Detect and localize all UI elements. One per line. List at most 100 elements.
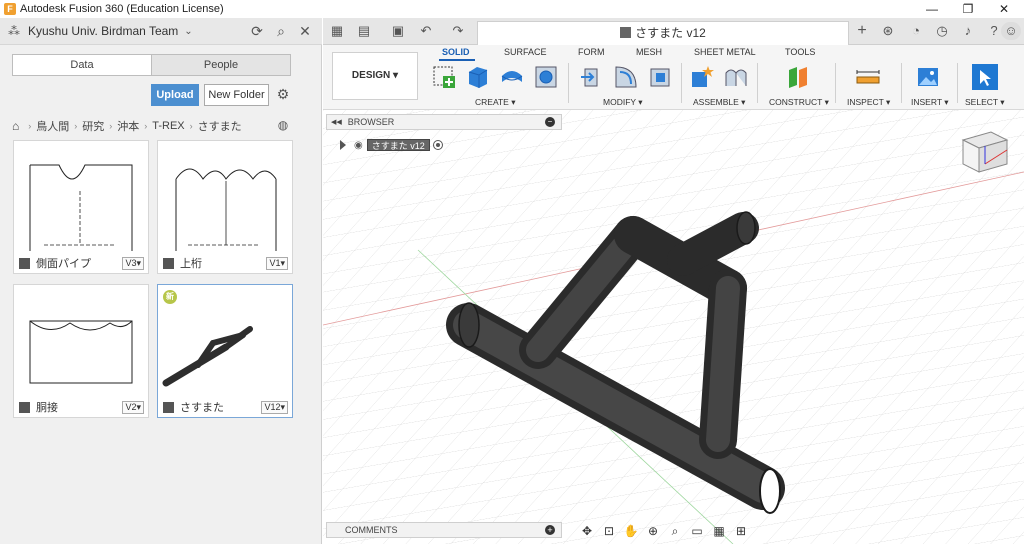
tab-surface[interactable]: SURFACE (504, 47, 547, 57)
offset-plane-icon[interactable] (785, 64, 811, 90)
notification-bell-icon[interactable]: ♪ (959, 22, 977, 40)
file-menu-icon[interactable]: ▤ (355, 22, 373, 40)
file-card[interactable]: 胴接 V2▾ (13, 284, 149, 418)
look-at-icon[interactable]: ⊡ (598, 524, 620, 538)
add-comment-icon[interactable]: + (545, 525, 555, 535)
gear-icon[interactable]: ⚙ (274, 85, 292, 103)
extensions-icon[interactable]: ⊛ (879, 22, 897, 40)
expand-arrow-icon[interactable] (340, 140, 346, 150)
file-card-footer: 側面パイプ V3▾ (14, 253, 148, 273)
comments-panel[interactable]: COMMENTS + (326, 522, 562, 538)
breadcrumb-item[interactable]: 鳥人間 (36, 118, 69, 134)
construct-menu[interactable]: CONSTRUCT ▾ (769, 97, 829, 108)
display-settings-icon[interactable]: ▭ (686, 524, 708, 538)
team-name[interactable]: Kyushu Univ. Birdman Team (28, 24, 178, 38)
collapse-arrows-icon[interactable]: ◀◀ (331, 118, 342, 126)
version-badge[interactable]: V2▾ (122, 400, 144, 414)
zoom-icon[interactable]: ⊕ (642, 524, 664, 538)
refresh-icon[interactable]: ⟳ (248, 22, 266, 40)
close-button[interactable]: ✕ (988, 0, 1020, 18)
clock-icon[interactable]: ◷ (933, 22, 951, 40)
tab-sheet-metal[interactable]: SHEET METAL (694, 47, 756, 57)
design-file-icon (163, 401, 174, 413)
create-menu[interactable]: CREATE ▾ (475, 97, 515, 108)
browser-label: BROWSER (347, 117, 395, 127)
activate-component-radio[interactable] (432, 140, 443, 150)
tab-data[interactable]: Data (13, 55, 151, 75)
design-file-icon (19, 401, 30, 413)
measure-icon[interactable] (855, 64, 881, 90)
new-folder-button[interactable]: New Folder (204, 84, 269, 106)
file-thumbnail (175, 168, 277, 251)
home-icon[interactable]: ⌂ (12, 119, 19, 133)
grid-menu-icon[interactable]: ▦ (328, 22, 346, 40)
revolve-icon[interactable] (499, 64, 525, 90)
3d-viewport-canvas[interactable] (323, 110, 1024, 544)
minimize-button[interactable]: — (916, 0, 948, 18)
pan-icon[interactable]: ✋ (620, 524, 642, 538)
add-tab-icon[interactable]: + (853, 22, 871, 40)
fit-icon[interactable]: ⌕ (664, 524, 686, 539)
job-status-icon[interactable]: ◔ (907, 22, 925, 40)
globe-icon[interactable]: ◍ (276, 118, 290, 132)
orbit-icon[interactable]: ✥ (576, 524, 598, 538)
browser-root-row[interactable]: ◉ さすまた v12 (340, 138, 443, 152)
version-badge[interactable]: V12▾ (261, 400, 288, 414)
breadcrumb-item[interactable]: さすまた (198, 118, 242, 134)
root-component-label[interactable]: さすまた v12 (366, 139, 430, 151)
insert-menu[interactable]: INSERT ▾ (911, 97, 949, 108)
save-icon[interactable]: ▣ (389, 22, 407, 40)
file-thumbnail (29, 320, 133, 384)
file-name: 胴接 (36, 402, 58, 414)
breadcrumb-item[interactable]: T-REX (152, 120, 184, 132)
file-card[interactable]: 側面パイプ V3▾ (13, 140, 149, 274)
search-icon[interactable]: ⌕ (272, 22, 290, 40)
undo-icon[interactable]: ↶ (417, 22, 435, 40)
grid-settings-icon[interactable]: ▦ (708, 524, 730, 538)
inspect-menu[interactable]: INSPECT ▾ (847, 97, 890, 108)
document-tab[interactable]: さすまた v12 (477, 21, 849, 45)
upload-button[interactable]: Upload (151, 84, 199, 106)
tab-form[interactable]: FORM (578, 47, 605, 57)
extrude-icon[interactable] (465, 64, 491, 90)
design-file-icon (19, 257, 30, 269)
file-card-selected[interactable]: 新 さすまた V12▾ (157, 284, 293, 418)
insert-image-icon[interactable] (915, 64, 941, 90)
new-component-icon[interactable] (689, 64, 715, 90)
joint-icon[interactable] (723, 64, 749, 90)
select-menu[interactable]: SELECT ▾ (965, 97, 1005, 108)
breadcrumb-item[interactable]: 研究 (82, 118, 104, 134)
fillet-icon[interactable] (613, 64, 639, 90)
version-badge[interactable]: V3▾ (122, 256, 144, 270)
title-bar: F Autodesk Fusion 360 (Education License… (0, 0, 1024, 18)
ribbon-divider (835, 63, 836, 103)
hole-icon[interactable] (533, 64, 559, 90)
file-name: さすまた (180, 402, 224, 414)
redo-icon[interactable]: ↷ (449, 22, 467, 40)
press-pull-icon[interactable] (579, 64, 605, 90)
visibility-eye-icon[interactable]: ◉ (354, 140, 363, 151)
modify-menu[interactable]: MODIFY ▾ (603, 97, 643, 108)
viewports-icon[interactable]: ⊞ (730, 524, 752, 538)
browser-panel[interactable]: ◀◀ BROWSER − (326, 114, 562, 130)
file-card-footer: 上桁 V1▾ (158, 253, 292, 273)
tab-mesh[interactable]: MESH (636, 47, 662, 57)
close-panel-icon[interactable]: ✕ (296, 22, 314, 40)
file-card[interactable]: 上桁 V1▾ (157, 140, 293, 274)
tab-people[interactable]: People (151, 55, 290, 75)
maximize-button[interactable]: ❐ (952, 0, 984, 18)
workspace-switcher[interactable]: DESIGN ▾ (332, 52, 418, 100)
select-icon[interactable] (971, 63, 999, 91)
user-avatar[interactable]: ☺ (1001, 22, 1021, 40)
tab-tools[interactable]: TOOLS (785, 47, 815, 57)
version-badge[interactable]: V1▾ (266, 256, 288, 270)
shell-icon[interactable] (647, 64, 673, 90)
comments-label: COMMENTS (345, 525, 398, 535)
create-sketch-icon[interactable] (431, 64, 457, 90)
breadcrumb-item[interactable]: 沖本 (117, 118, 139, 134)
chevron-down-icon[interactable]: ⌄ (184, 26, 192, 37)
tab-solid[interactable]: SOLID (442, 47, 470, 57)
minimize-browser-icon[interactable]: − (545, 117, 555, 127)
navigation-toolbar: ✥ ⊡ ✋ ⊕ ⌕ ▭ ▦ ⊞ (576, 522, 768, 540)
assemble-menu[interactable]: ASSEMBLE ▾ (693, 97, 745, 108)
